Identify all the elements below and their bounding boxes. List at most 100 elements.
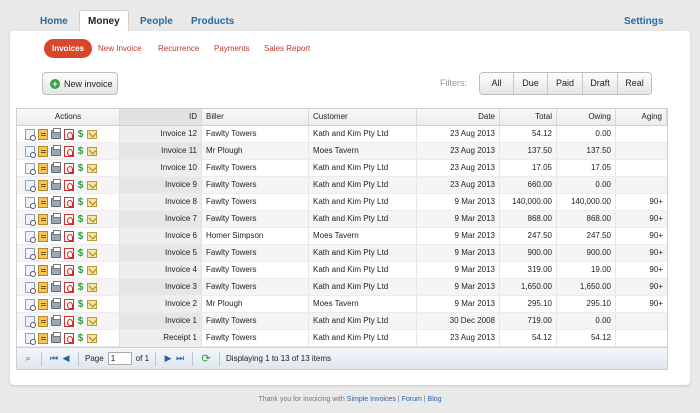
table-row[interactable]: $ Invoice 10 Fawlty Towers Kath and Kim Pty…: [17, 160, 667, 177]
email-icon[interactable]: [87, 147, 97, 156]
view-icon[interactable]: [25, 196, 36, 209]
table-row[interactable]: $ Invoice 5 Fawlty Towers Kath and Kim Pty …: [17, 245, 667, 262]
edit-icon[interactable]: [38, 213, 48, 225]
payment-icon[interactable]: $: [77, 265, 84, 276]
table-row[interactable]: $ Invoice 9 Fawlty Towers Kath and Kim Pty …: [17, 177, 667, 194]
table-row[interactable]: $ Invoice 1 Fawlty Towers Kath and Kim Pty …: [17, 313, 667, 330]
footer-blog-link[interactable]: Blog: [428, 396, 442, 403]
payment-icon[interactable]: $: [77, 316, 84, 327]
email-icon[interactable]: [87, 334, 97, 343]
print-icon[interactable]: [51, 281, 61, 292]
pdf-icon[interactable]: [64, 281, 74, 293]
edit-icon[interactable]: [38, 196, 48, 208]
page-input[interactable]: 1: [107, 352, 132, 365]
pdf-icon[interactable]: [64, 264, 74, 276]
email-icon[interactable]: [87, 181, 97, 190]
payment-icon[interactable]: $: [77, 146, 84, 157]
payment-icon[interactable]: $: [77, 129, 84, 140]
filter-paid-button[interactable]: Paid: [548, 73, 583, 94]
edit-icon[interactable]: [38, 315, 48, 327]
settings-link[interactable]: Settings: [616, 12, 671, 32]
view-icon[interactable]: [25, 145, 36, 158]
edit-icon[interactable]: [38, 298, 48, 310]
view-icon[interactable]: [25, 162, 36, 175]
payment-icon[interactable]: $: [77, 214, 84, 225]
payment-icon[interactable]: $: [77, 299, 84, 310]
table-row[interactable]: $ Invoice 6 Homer Simpson Moes Tavern 9 Mar …: [17, 228, 667, 245]
column-header-aging[interactable]: Aging: [616, 109, 667, 125]
edit-icon[interactable]: [38, 162, 48, 174]
edit-icon[interactable]: [38, 332, 48, 344]
pdf-icon[interactable]: [64, 162, 74, 174]
print-icon[interactable]: [51, 145, 61, 156]
next-page-icon[interactable]: ▶: [162, 352, 174, 366]
print-icon[interactable]: [51, 128, 61, 139]
edit-icon[interactable]: [38, 128, 48, 140]
payment-icon[interactable]: $: [77, 282, 84, 293]
view-icon[interactable]: [25, 128, 36, 141]
table-row[interactable]: $ Invoice 8 Fawlty Towers Kath and Kim Pty …: [17, 194, 667, 211]
email-icon[interactable]: [87, 232, 97, 241]
email-icon[interactable]: [87, 249, 97, 258]
print-icon[interactable]: [51, 247, 61, 258]
edit-icon[interactable]: [38, 247, 48, 259]
first-page-icon[interactable]: ⏮: [48, 352, 60, 366]
table-row[interactable]: $ Invoice 2 Mr Plough Moes Tavern 9 Mar 2013…: [17, 296, 667, 313]
table-row[interactable]: $ Receipt 1 Fawlty Towers Kath and Kim Pty …: [17, 330, 667, 347]
table-row[interactable]: $ Invoice 4 Fawlty Towers Kath and Kim Pty …: [17, 262, 667, 279]
tab-money[interactable]: Money: [79, 10, 129, 33]
table-row[interactable]: $ Invoice 12 Fawlty Towers Kath and Kim Pty…: [17, 126, 667, 143]
view-icon[interactable]: [25, 298, 36, 311]
column-header-id[interactable]: ID: [120, 109, 202, 125]
table-row[interactable]: $ Invoice 7 Fawlty Towers Kath and Kim Pty …: [17, 211, 667, 228]
footer-forum-link[interactable]: Forum: [402, 396, 422, 403]
filter-draft-button[interactable]: Draft: [583, 73, 618, 94]
payment-icon[interactable]: $: [77, 197, 84, 208]
print-icon[interactable]: [51, 315, 61, 326]
email-icon[interactable]: [87, 283, 97, 292]
subnav-payments[interactable]: Payments: [214, 39, 250, 58]
pdf-icon[interactable]: [64, 332, 74, 344]
search-icon[interactable]: ⌕: [21, 352, 35, 366]
filter-due-button[interactable]: Due: [514, 73, 548, 94]
email-icon[interactable]: [87, 317, 97, 326]
prev-page-icon[interactable]: ◀: [60, 352, 72, 366]
print-icon[interactable]: [51, 213, 61, 224]
tab-products[interactable]: Products: [183, 12, 242, 32]
column-header-owing[interactable]: Owing: [557, 109, 616, 125]
pdf-icon[interactable]: [64, 298, 74, 310]
payment-icon[interactable]: $: [77, 333, 84, 344]
email-icon[interactable]: [87, 300, 97, 309]
print-icon[interactable]: [51, 332, 61, 343]
email-icon[interactable]: [87, 130, 97, 139]
print-icon[interactable]: [51, 179, 61, 190]
pdf-icon[interactable]: [64, 145, 74, 157]
email-icon[interactable]: [87, 215, 97, 224]
payment-icon[interactable]: $: [77, 231, 84, 242]
email-icon[interactable]: [87, 164, 97, 173]
email-icon[interactable]: [87, 198, 97, 207]
new-invoice-button[interactable]: + New invoice: [42, 72, 118, 95]
table-row[interactable]: $ Invoice 11 Mr Plough Moes Tavern 23 Aug 20…: [17, 143, 667, 160]
footer-app-link[interactable]: Simple Invoices: [347, 396, 396, 403]
pdf-icon[interactable]: [64, 230, 74, 242]
print-icon[interactable]: [51, 196, 61, 207]
column-header-customer[interactable]: Customer: [309, 109, 417, 125]
column-header-biller[interactable]: Biller: [202, 109, 309, 125]
print-icon[interactable]: [51, 162, 61, 173]
view-icon[interactable]: [25, 332, 36, 345]
subnav-new-invoice[interactable]: New Invoice: [98, 39, 142, 58]
email-icon[interactable]: [87, 266, 97, 275]
edit-icon[interactable]: [38, 179, 48, 191]
pdf-icon[interactable]: [64, 196, 74, 208]
edit-icon[interactable]: [38, 145, 48, 157]
print-icon[interactable]: [51, 230, 61, 241]
subnav-recurrence[interactable]: Recurrence: [158, 39, 199, 58]
last-page-icon[interactable]: ⏭: [174, 352, 186, 366]
view-icon[interactable]: [25, 264, 36, 277]
view-icon[interactable]: [25, 281, 36, 294]
payment-icon[interactable]: $: [77, 180, 84, 191]
filter-all-button[interactable]: All: [480, 73, 514, 94]
view-icon[interactable]: [25, 213, 36, 226]
pdf-icon[interactable]: [64, 179, 74, 191]
